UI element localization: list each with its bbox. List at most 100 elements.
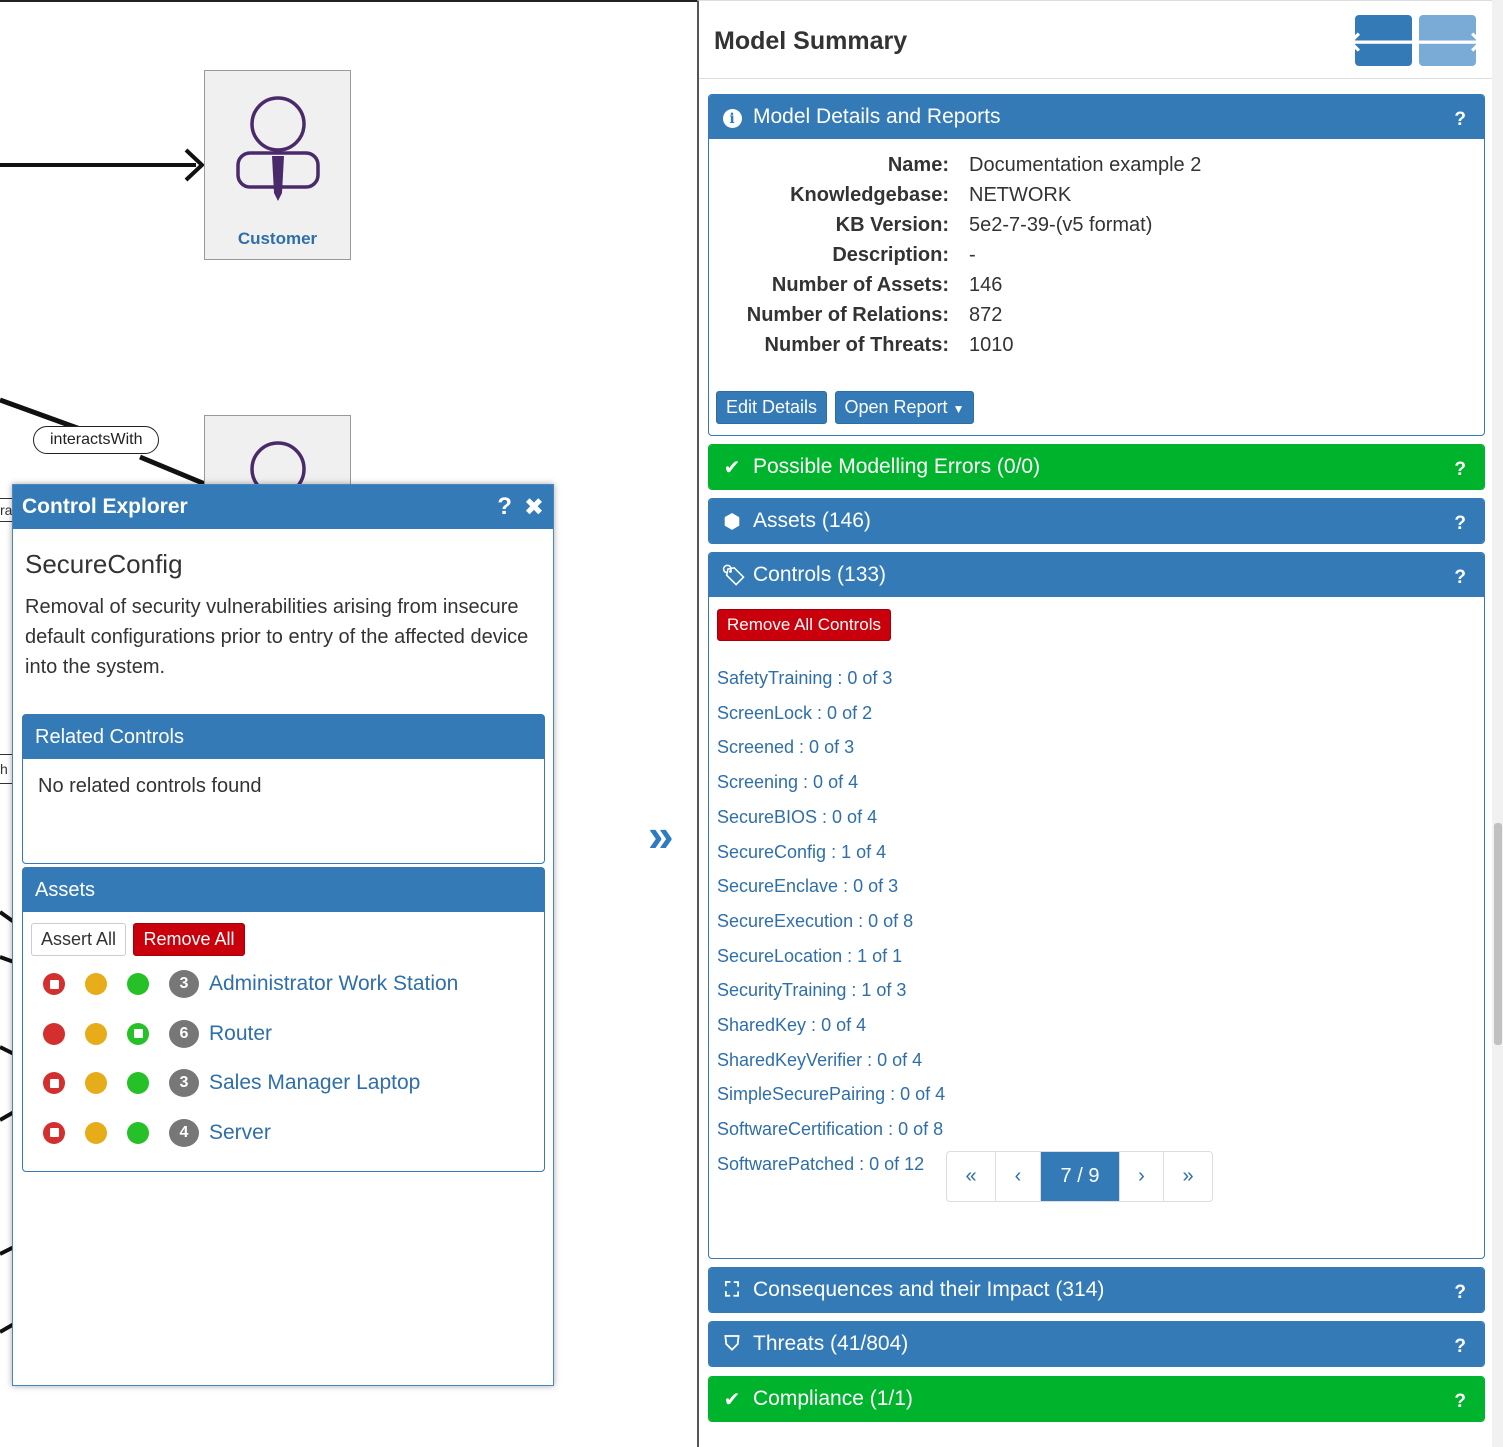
detail-value: 872 bbox=[969, 304, 1003, 326]
open-report-button[interactable]: Open Report ▼ bbox=[834, 391, 975, 424]
status-green-icon[interactable] bbox=[127, 1072, 149, 1094]
control-explorer-header[interactable]: Control Explorer ? ✖ bbox=[13, 485, 553, 529]
detail-row: KB Version: 5e2-7-39-(v5 format) bbox=[709, 214, 1484, 244]
pager-last[interactable]: » bbox=[1164, 1152, 1212, 1201]
consequences-header[interactable]: ⛶ Consequences and their Impact (314) ? bbox=[709, 1268, 1484, 1312]
control-link[interactable]: SharedKeyVerifier : 0 of 4 bbox=[717, 1050, 922, 1071]
detail-row: Number of Relations: 872 bbox=[709, 304, 1484, 334]
asset-link[interactable]: Server bbox=[209, 1121, 271, 1145]
detail-key: Number of Threats: bbox=[764, 334, 949, 356]
detail-key: Knowledgebase: bbox=[790, 184, 949, 206]
cube-icon: ⬢ bbox=[723, 510, 741, 533]
status-amber-icon[interactable] bbox=[85, 1121, 107, 1144]
remove-all-button[interactable]: Remove All bbox=[133, 923, 245, 956]
controls-header[interactable]: 🏷 Controls (133) ? bbox=[709, 553, 1484, 597]
detail-value: NETWORK bbox=[969, 184, 1072, 206]
asset-row: 6 Router bbox=[43, 1019, 272, 1049]
status-amber-icon[interactable] bbox=[85, 973, 107, 995]
forward-button[interactable]: 🡒 bbox=[1410, 15, 1485, 66]
relation-label[interactable]: interactsWith bbox=[33, 426, 160, 454]
detail-row: Description: - bbox=[709, 244, 1484, 274]
pager-next[interactable]: › bbox=[1120, 1152, 1164, 1201]
help-icon[interactable]: ? bbox=[1454, 567, 1466, 589]
help-icon[interactable]: ? bbox=[1454, 1282, 1466, 1304]
pager-first[interactable]: « bbox=[947, 1152, 996, 1201]
control-link[interactable]: Screening : 0 of 4 bbox=[717, 772, 858, 793]
tag-icon: 🏷 bbox=[721, 564, 747, 587]
detail-row: Number of Assets: 146 bbox=[709, 274, 1484, 304]
control-link[interactable]: ScreenLock : 0 of 2 bbox=[717, 703, 872, 724]
control-link[interactable]: SoftwareCertification : 0 of 8 bbox=[717, 1119, 943, 1140]
pagination: « ‹ 7 / 9 › » bbox=[946, 1151, 1213, 1202]
consequences-title: Consequences and their Impact (314) bbox=[753, 1278, 1105, 1301]
control-link[interactable]: SimpleSecurePairing : 0 of 4 bbox=[717, 1084, 945, 1105]
control-link[interactable]: SecureExecution : 0 of 8 bbox=[717, 911, 913, 932]
help-icon[interactable]: ? bbox=[1454, 109, 1466, 131]
control-link[interactable]: SecurityTraining : 1 of 3 bbox=[717, 980, 906, 1001]
status-amber-icon[interactable] bbox=[85, 1072, 107, 1094]
asset-count-badge: 6 bbox=[169, 1019, 199, 1048]
person-icon bbox=[236, 96, 320, 201]
control-link[interactable]: SoftwarePatched : 0 of 12 bbox=[717, 1154, 924, 1175]
model-details-header[interactable]: i Model Details and Reports ? bbox=[709, 95, 1484, 139]
status-green-icon[interactable] bbox=[127, 1022, 149, 1045]
detail-value: 146 bbox=[969, 274, 1003, 296]
control-link[interactable]: Screened : 0 of 3 bbox=[717, 737, 854, 758]
control-explorer-dialog: Control Explorer ? ✖ SecureConfig Remova… bbox=[12, 484, 554, 1386]
model-details-panel: i Model Details and Reports ? Name: Docum… bbox=[708, 94, 1485, 436]
assets-summary-header[interactable]: ⬢ Assets (146) ? bbox=[709, 499, 1484, 543]
status-red-icon[interactable] bbox=[43, 1022, 65, 1045]
shield-icon: ⛉ bbox=[724, 1332, 740, 1355]
asset-link[interactable]: Sales Manager Laptop bbox=[209, 1071, 420, 1095]
help-icon[interactable]: ? bbox=[1454, 513, 1466, 535]
scrollbar-track[interactable] bbox=[1492, 0, 1503, 1447]
asset-count-badge: 3 bbox=[169, 1069, 199, 1097]
help-icon[interactable]: ? bbox=[1454, 1336, 1466, 1358]
status-red-icon[interactable] bbox=[43, 1121, 65, 1144]
asset-link[interactable]: Router bbox=[209, 1022, 272, 1046]
detail-value: 1010 bbox=[969, 334, 1014, 356]
scrollbar-thumb[interactable] bbox=[1494, 823, 1502, 1045]
remove-all-controls-button[interactable]: Remove All Controls bbox=[717, 609, 892, 641]
asset-count-badge: 3 bbox=[169, 970, 199, 998]
model-summary-panel: Model Summary 🡐 🡒 i Model Details and Re… bbox=[697, 0, 1492, 1447]
asset-count-badge: 4 bbox=[169, 1118, 199, 1147]
modelling-errors-title: Possible Modelling Errors (0/0) bbox=[753, 455, 1041, 478]
asset-link[interactable]: Administrator Work Station bbox=[209, 972, 458, 996]
back-button[interactable]: 🡐 bbox=[1346, 15, 1421, 66]
detail-key: Description: bbox=[832, 244, 949, 266]
expand-panel-icon[interactable]: » bbox=[648, 812, 674, 858]
asset-row: 4 Server bbox=[43, 1118, 271, 1148]
check-icon: ✔ bbox=[723, 456, 741, 479]
status-red-icon[interactable] bbox=[43, 1072, 65, 1094]
control-link[interactable]: SharedKey : 0 of 4 bbox=[717, 1015, 866, 1036]
close-icon[interactable]: ✖ bbox=[524, 493, 544, 522]
status-red-icon[interactable] bbox=[43, 973, 65, 995]
compliance-header[interactable]: ✔ Compliance (1/1) ? bbox=[709, 1377, 1484, 1421]
help-icon[interactable]: ? bbox=[497, 493, 512, 521]
control-link[interactable]: SecureEnclave : 0 of 3 bbox=[717, 876, 898, 897]
threats-header[interactable]: ⛉ Threats (41/804) ? bbox=[709, 1322, 1484, 1366]
control-link[interactable]: SecureLocation : 1 of 1 bbox=[717, 946, 902, 967]
help-icon[interactable]: ? bbox=[1454, 1391, 1466, 1413]
status-amber-icon[interactable] bbox=[85, 1022, 107, 1045]
control-link[interactable]: SecureConfig : 1 of 4 bbox=[717, 842, 886, 863]
detail-value: - bbox=[969, 244, 976, 266]
asset-node-customer[interactable]: Customer bbox=[204, 70, 351, 260]
control-link[interactable]: SecureBIOS : 0 of 4 bbox=[717, 807, 877, 828]
pager-prev[interactable]: ‹ bbox=[996, 1152, 1041, 1201]
status-green-icon[interactable] bbox=[127, 973, 149, 995]
edit-details-button[interactable]: Edit Details bbox=[716, 391, 828, 424]
assets-summary-title: Assets (146) bbox=[753, 509, 871, 532]
assets-panel: Assets Assert All Remove All 3 Administra… bbox=[22, 867, 545, 1172]
status-green-icon[interactable] bbox=[127, 1121, 149, 1144]
check-icon: ✔ bbox=[723, 1388, 741, 1411]
controls-title: Controls (133) bbox=[753, 563, 887, 586]
assert-all-button[interactable]: Assert All bbox=[31, 923, 127, 956]
detail-row: Name: Documentation example 2 bbox=[709, 154, 1484, 184]
asset-row: 3 Administrator Work Station bbox=[43, 969, 458, 999]
control-link[interactable]: SafetyTraining : 0 of 3 bbox=[717, 668, 892, 689]
modelling-errors-header[interactable]: ✔ Possible Modelling Errors (0/0) ? bbox=[709, 445, 1484, 489]
sitemap-icon: ⛶ bbox=[725, 1278, 739, 1301]
help-icon[interactable]: ? bbox=[1454, 459, 1466, 481]
